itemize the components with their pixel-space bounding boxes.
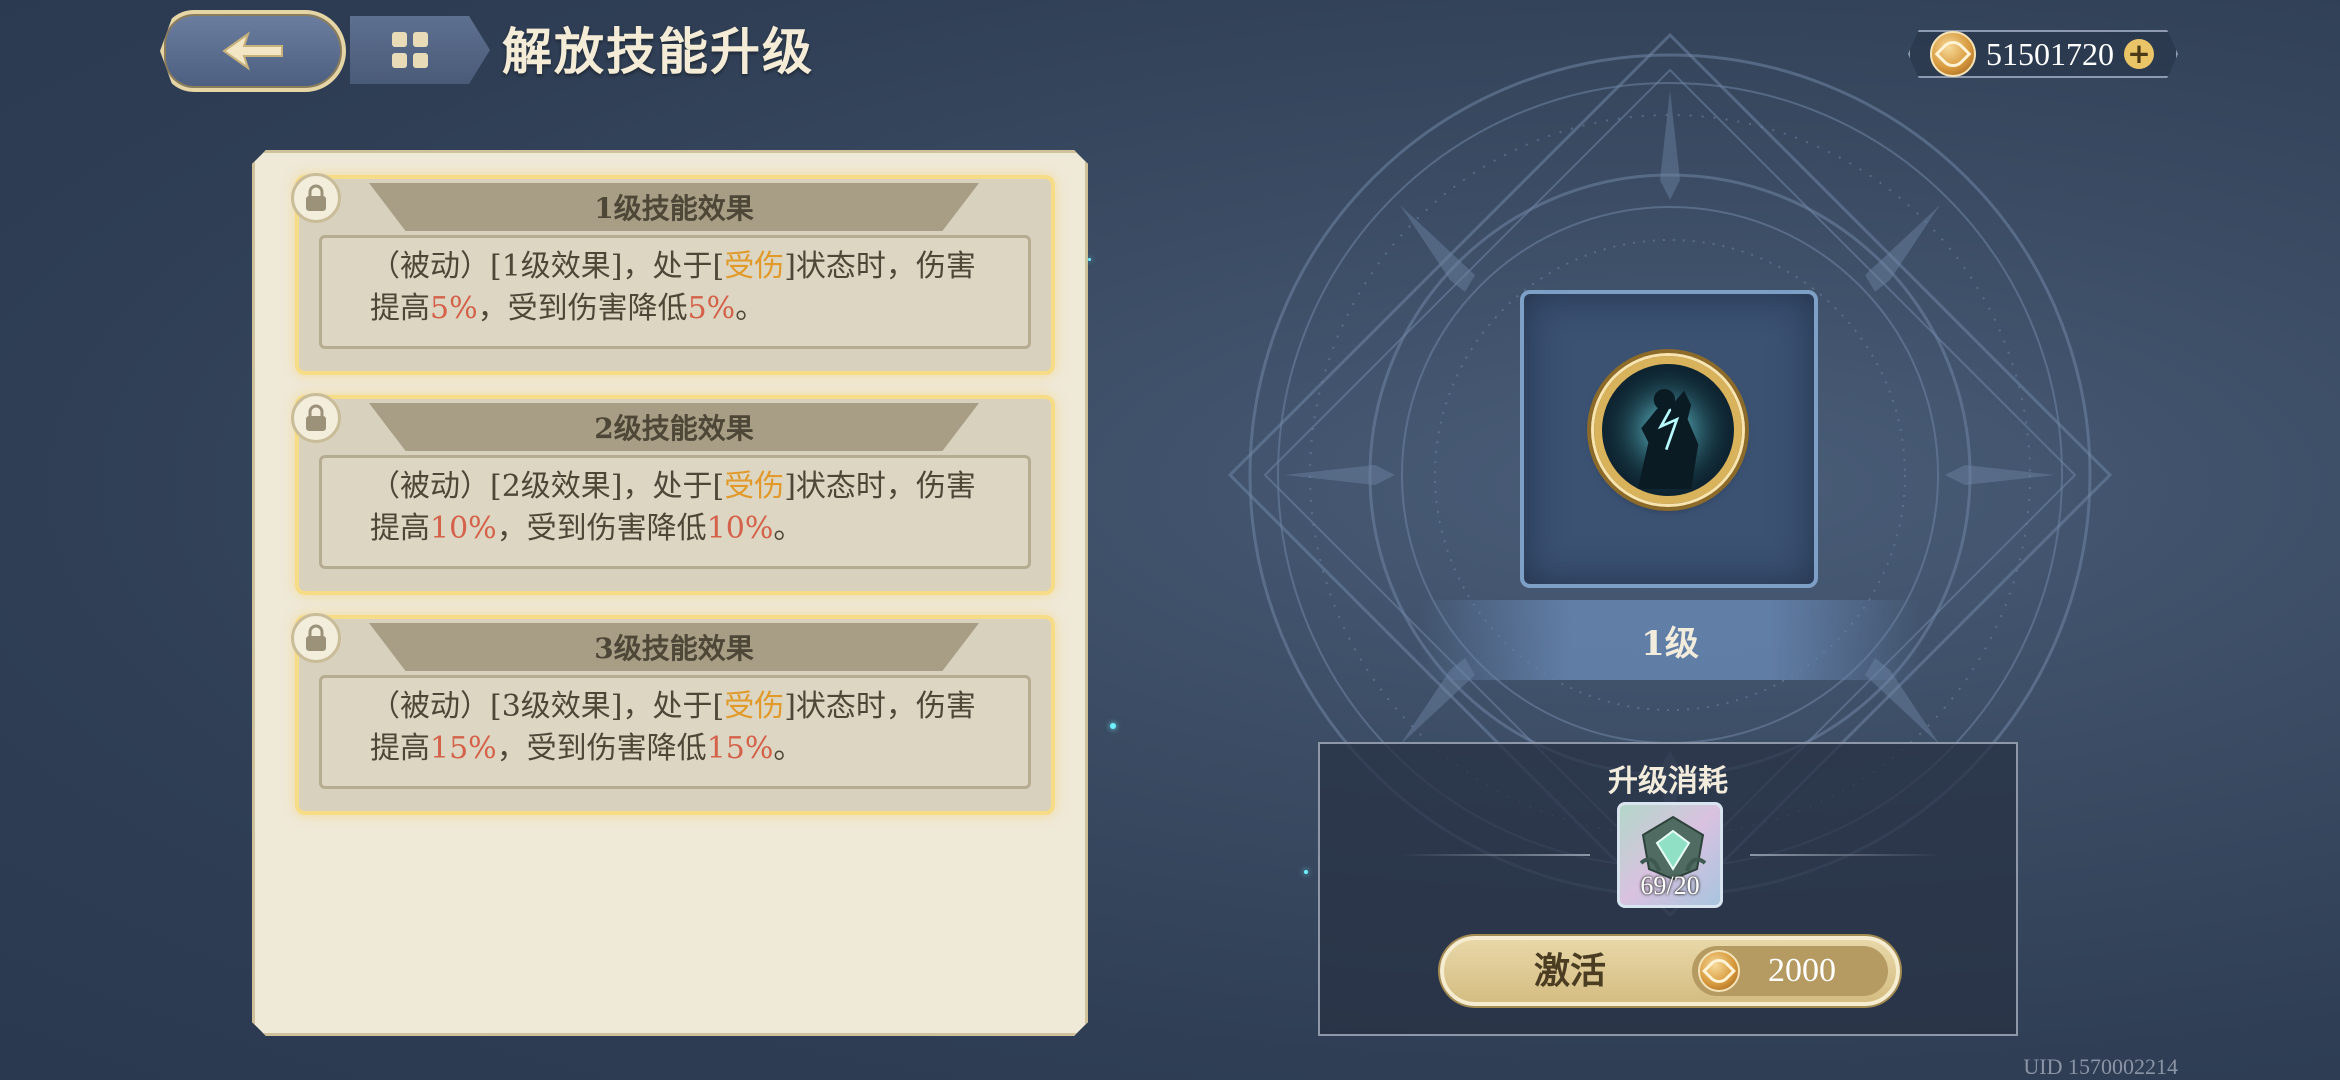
skill-card-level-1[interactable]: 1级技能效果 （被动）[1级效果]，处于[受伤]状态时，伤害提高5%，受到伤害降… (295, 175, 1055, 375)
skill-card-description: （被动）[1级效果]，处于[受伤]状态时，伤害提高5%，受到伤害降低5%。 (319, 235, 1031, 349)
sparkle-decoration (1088, 258, 1091, 261)
activate-button[interactable]: 激活 2000 (1440, 936, 1900, 1006)
skill-card-title: 3级技能效果 (369, 623, 979, 671)
skill-effects-panel: 1级技能效果 （被动）[1级效果]，处于[受伤]状态时，伤害提高5%，受到伤害降… (252, 150, 1088, 1036)
activate-label: 激活 (1534, 950, 1607, 992)
price-value: 2000 (1768, 952, 1836, 989)
skill-portrait-icon[interactable] (1594, 356, 1742, 504)
back-button[interactable] (160, 10, 346, 92)
user-id: UID 1570002214 (2023, 1054, 2178, 1079)
skill-card-description: （被动）[2级效果]，处于[受伤]状态时，伤害提高10%，受到伤害降低10%。 (319, 455, 1031, 569)
coin-icon (1698, 950, 1740, 992)
currency-value: 51501720 (1986, 35, 2114, 72)
lock-icon (291, 393, 341, 443)
material-count: 69/20 (1640, 871, 1700, 900)
skill-card-title: 2级技能效果 (369, 403, 979, 451)
skill-card-level-2[interactable]: 2级技能效果 （被动）[2级效果]，处于[受伤]状态时，伤害提高10%，受到伤害… (295, 395, 1055, 595)
skill-card-description: （被动）[3级效果]，处于[受伤]状态时，伤害提高15%，受到伤害降低15%。 (319, 675, 1031, 789)
current-level-label: 1级 (1420, 600, 1920, 680)
sparkle-decoration (1110, 723, 1116, 729)
upgrade-material-slot[interactable]: 69/20 (1617, 802, 1723, 908)
menu-grid-icon (392, 32, 428, 68)
skill-card-title: 1级技能效果 (369, 183, 979, 231)
divider (1400, 854, 1590, 856)
sparkle-decoration (1304, 870, 1308, 874)
coin-icon (1930, 31, 1976, 77)
upgrade-cost-panel: 升级消耗 69/20 激活 2000 (1318, 742, 2018, 1036)
skill-card-level-3[interactable]: 3级技能效果 （被动）[3级效果]，处于[受伤]状态时，伤害提高15%，受到伤害… (295, 615, 1055, 815)
menu-button[interactable] (350, 16, 490, 84)
add-currency-button[interactable]: + (2124, 39, 2154, 69)
activate-price: 2000 (1692, 946, 1888, 996)
back-arrow-icon (222, 31, 283, 71)
cost-title: 升级消耗 (1608, 764, 1728, 799)
lock-icon (291, 613, 341, 663)
currency-display: 51501720 + (1908, 30, 2178, 78)
lock-icon (291, 173, 341, 223)
divider (1750, 854, 1940, 856)
page-title: 解放技能升级 (502, 22, 814, 81)
